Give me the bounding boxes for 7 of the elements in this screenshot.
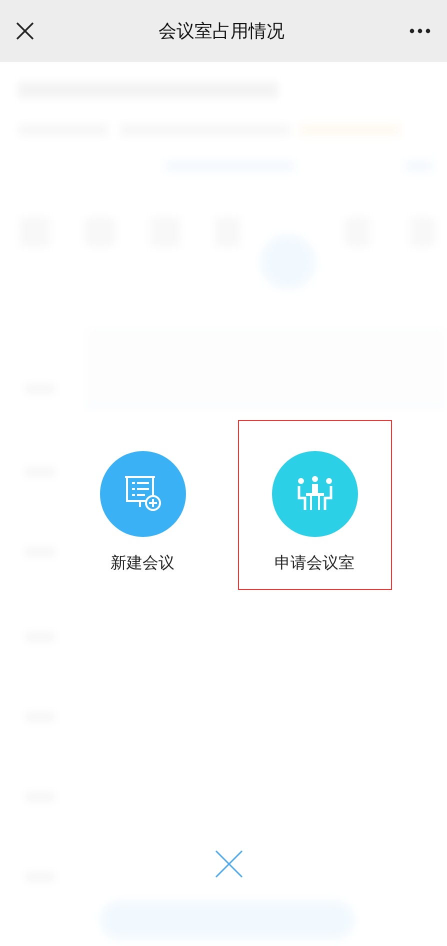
close-icon[interactable] [16,22,34,40]
page-title: 会议室占用情况 [158,20,284,44]
more-icon[interactable] [409,28,431,34]
action-option[interactable]: 申请会议室 [238,420,392,590]
action-option[interactable]: 新建会议 [66,420,220,590]
action-label: 新建会议 [110,552,174,574]
action-label: 申请会议室 [274,552,354,574]
